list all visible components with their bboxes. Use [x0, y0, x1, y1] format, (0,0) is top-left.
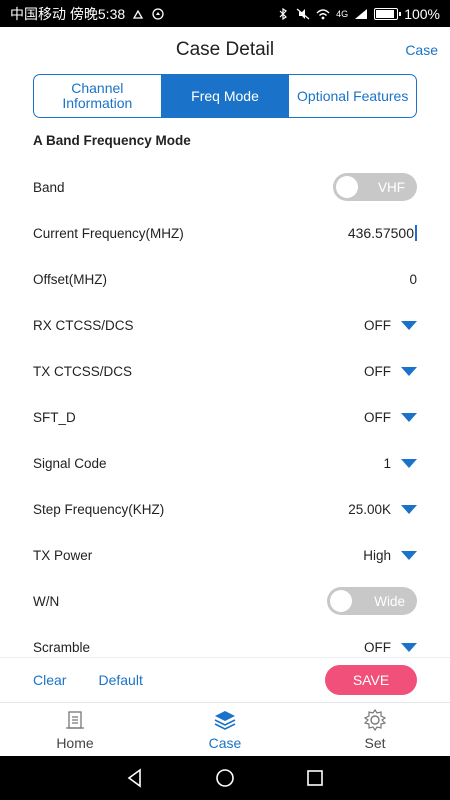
bluetooth-icon [279, 7, 288, 20]
chevron-down-icon[interactable] [401, 412, 417, 422]
scramble-value: OFF [364, 639, 391, 655]
signal-code-label: Signal Code [33, 455, 107, 471]
signal-code-row[interactable]: Signal Code 1 [0, 440, 450, 486]
rx-ctcss-label: RX CTCSS/DCS [33, 317, 134, 333]
case-link[interactable]: Case [405, 42, 438, 58]
app-notification-icon [152, 7, 164, 20]
settings-list: Band VHF Current Frequency(MHZ) 436.5750… [0, 164, 450, 670]
nav-case-label: Case [208, 734, 242, 751]
nav-case[interactable]: Case [150, 703, 300, 756]
band-label: Band [33, 179, 65, 195]
rx-ctcss-value: OFF [364, 317, 391, 333]
step-frequency-row[interactable]: Step Frequency(KHZ) 25.00K [0, 486, 450, 532]
current-frequency-row: Current Frequency(MHZ) 436.57500 [0, 210, 450, 256]
system-nav-bar [0, 756, 450, 800]
layers-icon [214, 710, 236, 730]
chevron-down-icon[interactable] [401, 458, 417, 468]
tx-ctcss-row[interactable]: TX CTCSS/DCS OFF [0, 348, 450, 394]
network-type: 4G [336, 8, 349, 19]
action-bar: Clear Default SAVE [0, 657, 450, 701]
tab-freq-mode[interactable]: Freq Mode [160, 75, 289, 117]
signal-icon [355, 8, 368, 19]
tx-ctcss-value: OFF [364, 363, 391, 379]
offset-row: Offset(MHZ) 0 [0, 256, 450, 302]
rx-ctcss-row[interactable]: RX CTCSS/DCS OFF [0, 302, 450, 348]
carrier-time: 中国移动 傍晚5:38 [10, 5, 126, 22]
clear-button[interactable]: Clear [33, 672, 66, 688]
sft-d-row[interactable]: SFT_D OFF [0, 394, 450, 440]
app-header: Case Detail Case [0, 27, 450, 73]
bottom-nav: Home Case Set [0, 702, 450, 756]
nav-home[interactable]: Home [0, 703, 150, 756]
signal-code-value: 1 [383, 455, 391, 471]
tx-power-row[interactable]: TX Power High [0, 532, 450, 578]
step-frequency-value: 25.00K [348, 501, 391, 517]
status-bar: 中国移动 傍晚5:38 4G 100% [0, 0, 450, 27]
home-circle-icon[interactable] [215, 768, 235, 788]
tx-ctcss-label: TX CTCSS/DCS [33, 363, 133, 379]
wn-row: W/N Wide [0, 578, 450, 624]
page-title: Case Detail [175, 39, 275, 60]
wn-toggle[interactable]: Wide [327, 587, 417, 615]
nav-home-label: Home [56, 734, 94, 751]
section-title: A Band Frequency Mode [33, 133, 191, 148]
band-toggle[interactable]: VHF [333, 173, 417, 201]
alarm-icon [133, 9, 144, 19]
nav-set[interactable]: Set [300, 703, 450, 756]
chevron-down-icon[interactable] [401, 320, 417, 330]
gear-icon [363, 708, 387, 731]
toggle-knob [336, 176, 358, 198]
current-frequency-label: Current Frequency(MHZ) [33, 225, 184, 241]
silent-icon [296, 8, 310, 19]
current-frequency-input[interactable]: 436.57500 [348, 225, 417, 241]
tab-channel-information[interactable]: Channel Information [34, 75, 161, 117]
step-frequency-label: Step Frequency(KHZ) [33, 501, 165, 517]
sft-d-value: OFF [364, 409, 391, 425]
wn-toggle-text: Wide [374, 593, 405, 609]
nav-set-label: Set [364, 734, 386, 751]
home-icon [66, 710, 84, 729]
chevron-down-icon[interactable] [401, 366, 417, 376]
recents-icon[interactable] [305, 768, 325, 788]
tx-power-value: High [363, 547, 391, 563]
chevron-down-icon[interactable] [401, 504, 417, 514]
tab-bar: Channel Information Freq Mode Optional F… [33, 74, 417, 118]
default-button[interactable]: Default [98, 672, 142, 688]
tab-optional-features[interactable]: Optional Features [288, 75, 416, 117]
battery-percent: 100% [404, 5, 440, 22]
toggle-knob [330, 590, 352, 612]
band-toggle-text: VHF [378, 179, 405, 195]
back-icon[interactable] [125, 768, 145, 788]
wifi-icon [316, 8, 330, 19]
tx-power-label: TX Power [33, 547, 93, 563]
save-button[interactable]: SAVE [325, 664, 417, 695]
sft-d-label: SFT_D [33, 409, 76, 425]
wn-label: W/N [33, 593, 60, 609]
scramble-label: Scramble [33, 639, 91, 655]
chevron-down-icon[interactable] [401, 550, 417, 560]
band-row: Band VHF [0, 164, 450, 210]
offset-label: Offset(MHZ) [33, 271, 107, 287]
offset-input[interactable]: 0 [409, 272, 417, 287]
chevron-down-icon[interactable] [401, 642, 417, 652]
battery-icon [374, 7, 402, 20]
